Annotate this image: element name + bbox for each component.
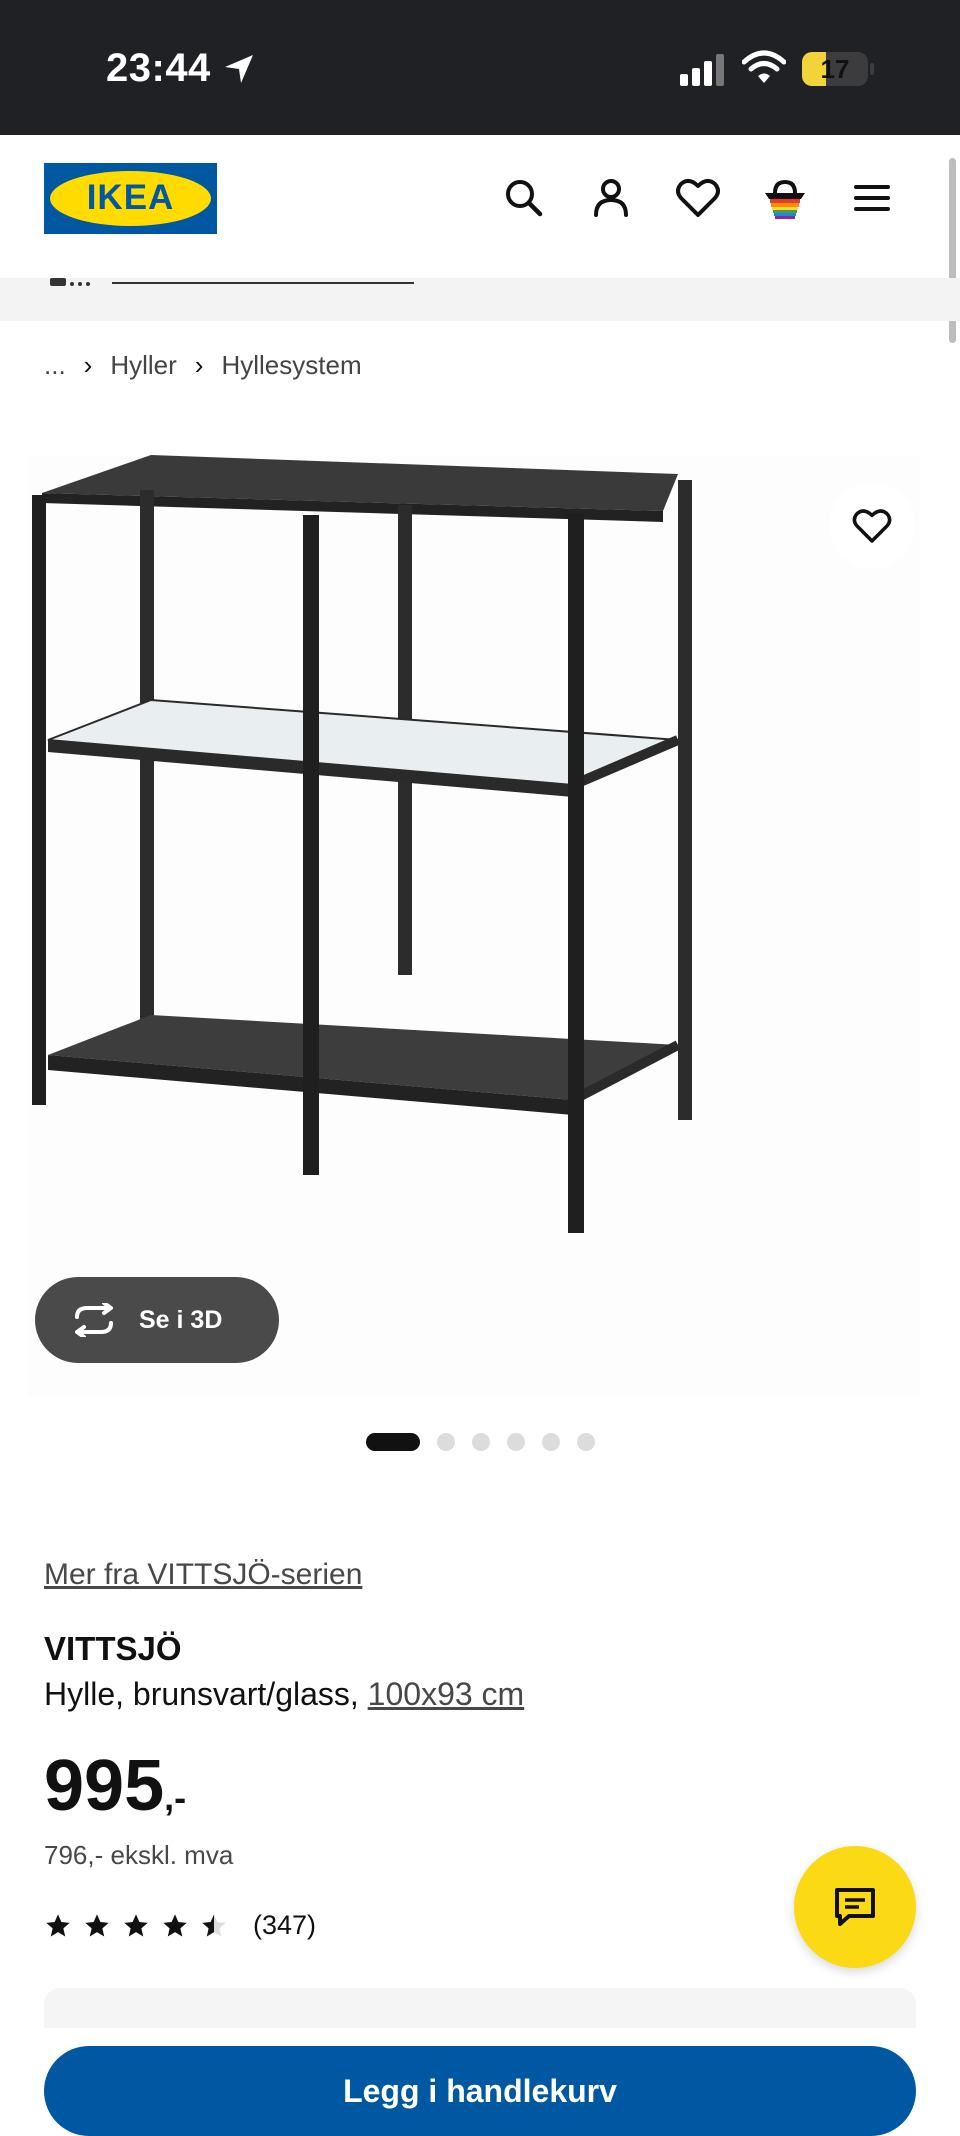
battery-level: 17 <box>820 54 850 84</box>
product-rating[interactable]: (347) <box>44 1910 316 1941</box>
chevron-right-icon: › <box>194 350 204 380</box>
menu-hamburger-icon[interactable] <box>847 173 897 223</box>
breadcrumb-item-hyller[interactable]: Hyller <box>110 350 176 381</box>
carousel-indicator <box>366 1432 612 1452</box>
product-image[interactable] <box>28 455 920 1395</box>
chat-bubble-icon <box>835 1888 875 1926</box>
location-arrow-icon <box>225 55 253 83</box>
carousel-dot-active[interactable] <box>366 1433 420 1451</box>
rating-stars <box>44 1912 239 1940</box>
rotate-3d-icon <box>75 1303 113 1337</box>
star-icon <box>163 1913 187 1936</box>
review-count: (347) <box>253 1910 317 1940</box>
product-description-text: Hylle, brunsvart/glass, <box>44 1676 368 1712</box>
profile-icon[interactable] <box>586 173 636 223</box>
search-icon[interactable] <box>499 173 549 223</box>
view-in-3d-button[interactable]: Se i 3D <box>35 1277 279 1363</box>
breadcrumb: ... › Hyller › Hyllesystem <box>44 350 362 381</box>
wishlist-heart-icon[interactable] <box>673 173 723 223</box>
shopping-bag-icon[interactable] <box>760 173 810 223</box>
carousel-dot[interactable] <box>507 1433 525 1451</box>
info-banner-strip <box>0 278 960 321</box>
star-icon <box>124 1913 148 1936</box>
site-header: IKEA <box>0 135 960 278</box>
star-half-icon <box>202 1913 226 1936</box>
delivery-options-card <box>44 1988 916 2028</box>
heart-icon <box>852 509 892 543</box>
breadcrumb-item-hyllesystem[interactable]: Hyllesystem <box>221 350 361 381</box>
wifi-icon <box>742 50 786 83</box>
carousel-dot[interactable] <box>437 1433 455 1451</box>
product-name: VITTSJÖ <box>44 1630 182 1667</box>
chevron-right-icon: › <box>83 350 93 380</box>
price-excl-vat: 796,- ekskl. mva <box>44 1840 234 1870</box>
product-price: 995,- <box>44 1745 186 1827</box>
chat-button[interactable] <box>794 1846 916 1968</box>
series-link[interactable]: Mer fra VITTSJÖ-serien <box>44 1558 362 1592</box>
battery-indicator: 17 <box>802 52 874 86</box>
price-suffix: ,- <box>164 1777 187 1818</box>
breadcrumb-ellipsis[interactable]: ... <box>44 350 66 381</box>
add-to-favourites-button[interactable] <box>829 483 915 569</box>
star-icon <box>85 1913 109 1936</box>
star-icon <box>46 1913 70 1936</box>
cellular-signal-icon <box>680 54 724 86</box>
add-to-cart-button[interactable]: Legg i handlekurv <box>44 2046 916 2136</box>
truck-icon <box>50 278 90 286</box>
carousel-dot[interactable] <box>472 1433 490 1451</box>
ikea-logo[interactable]: IKEA <box>44 163 217 234</box>
carousel-dot[interactable] <box>577 1433 595 1451</box>
view-in-3d-label: Se i 3D <box>139 1305 223 1334</box>
product-description: Hylle, brunsvart/glass, 100x93 cm <box>44 1676 524 1713</box>
logo-text: IKEA <box>86 178 175 217</box>
status-bar: 23:44 17 <box>0 0 960 135</box>
price-main: 995 <box>44 1746 165 1826</box>
carousel-dot[interactable] <box>542 1433 560 1451</box>
status-time: 23:44 <box>106 46 211 90</box>
product-dimensions-link[interactable]: 100x93 cm <box>368 1676 525 1712</box>
